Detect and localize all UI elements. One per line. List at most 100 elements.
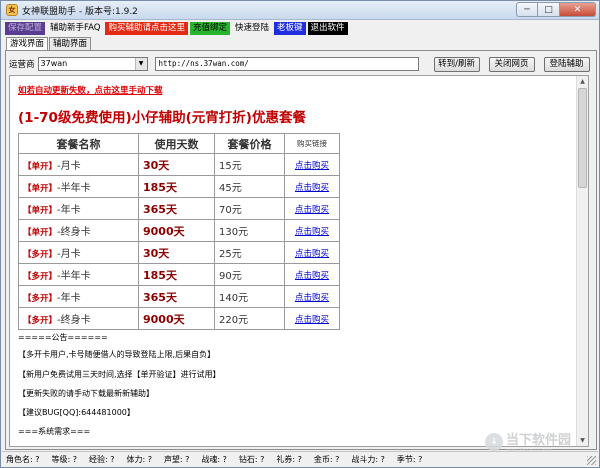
status-level: 等级: ?: [51, 455, 77, 464]
operator-select[interactable]: 37wan ▼: [37, 57, 148, 71]
package-name-cell: 【多开】-年卡: [18, 285, 139, 308]
package-name: -半年卡: [57, 271, 91, 282]
announcement-line: 【建议BUG[QQ]:644481000】: [18, 408, 135, 417]
package-price: 15元: [214, 153, 285, 176]
table-row: 【单开】-月卡 30天 15元 点击购买: [18, 153, 340, 176]
menu-bar: 保存配置 辅助新手FAQ 购买辅助请点击这里 充值绑定 快速登陆 老板键 退出软…: [2, 21, 598, 35]
url-input[interactable]: http://ns.37wan.com/: [154, 57, 419, 71]
close-button[interactable]: ✕: [560, 2, 596, 17]
menu-faq[interactable]: 辅助新手FAQ: [47, 22, 103, 35]
status-bar: 角色名: ? 等级: ? 经验: ? 体力: ? 声望: ? 战魂: ? 钻石:…: [2, 451, 598, 467]
buy-link[interactable]: 点击购买: [284, 241, 340, 264]
package-price: 90元: [214, 263, 285, 286]
table-row: 【单开】-半年卡 185天 45元 点击购买: [18, 175, 340, 198]
table-row: 【单开】-终身卡 9000天 130元 点击购买: [18, 219, 340, 242]
window-title: 女神联盟助手 - 版本号:1.9.2: [22, 6, 138, 17]
buy-link[interactable]: 点击购买: [284, 153, 340, 176]
manual-download-link[interactable]: 如若自动更新失败，点击这里手动下载: [18, 84, 163, 96]
operator-value: 37wan: [40, 59, 68, 68]
tab-strip: 游戏界面 辅助界面: [6, 37, 92, 51]
table-row: 【多开】-半年卡 185天 90元 点击购买: [18, 263, 340, 286]
package-tag: 【多开】: [23, 294, 58, 304]
buy-link[interactable]: 点击购买: [284, 175, 340, 198]
login-assist-button[interactable]: 登陆辅助: [543, 56, 590, 72]
package-days: 30天: [138, 241, 215, 264]
package-price: 130元: [214, 219, 285, 242]
status-power: 战斗力: ?: [351, 455, 385, 464]
system-requirements-title: ===系统需求===: [18, 427, 91, 436]
tab-game[interactable]: 游戏界面: [6, 37, 49, 51]
status-role-name: 角色名: ?: [6, 455, 40, 464]
menu-exit[interactable]: 退出软件: [307, 21, 348, 35]
col-header-link: 购买链接: [284, 133, 340, 154]
table-row: 【多开】-年卡 365天 140元 点击购买: [18, 285, 340, 308]
app-icon: 女: [6, 4, 18, 16]
resize-grip-icon[interactable]: [587, 456, 596, 465]
package-name: -半年卡: [57, 183, 91, 194]
package-name: -月卡: [57, 161, 81, 172]
scroll-up-icon[interactable]: ▲: [577, 76, 588, 87]
title-bar[interactable]: 女 女神联盟助手 - 版本号:1.9.2 ─ □ ✕: [1, 1, 599, 20]
table-row: 【单开】-年卡 365天 70元 点击购买: [18, 197, 340, 220]
status-exp: 经验: ?: [88, 455, 115, 464]
buy-link[interactable]: 点击购买: [284, 285, 340, 308]
package-tag: 【单开】: [23, 162, 58, 172]
package-tag: 【多开】: [23, 250, 58, 260]
announcement-line: 【更新失败的请手动下载最新新辅助】: [18, 389, 154, 398]
package-name-cell: 【多开】-月卡: [18, 241, 139, 264]
close-page-button[interactable]: 关闭网页: [488, 56, 535, 72]
table-header-row: 套餐名称 使用天数 套餐价格 购买链接: [18, 133, 340, 154]
package-tag: 【多开】: [23, 316, 58, 326]
buy-link[interactable]: 点击购买: [284, 307, 340, 330]
package-days: 185天: [138, 175, 215, 198]
status-reputation: 声望: ?: [163, 455, 190, 464]
package-days: 365天: [138, 197, 215, 220]
package-name-cell: 【单开】-半年卡: [18, 175, 139, 198]
package-name-cell: 【多开】-半年卡: [18, 263, 139, 286]
scroll-thumb[interactable]: [578, 88, 587, 188]
chevron-down-icon[interactable]: ▼: [134, 58, 147, 70]
tab-assist[interactable]: 辅助界面: [49, 37, 92, 50]
vertical-scrollbar[interactable]: ▲ ▼: [576, 76, 588, 446]
package-table: 套餐名称 使用天数 套餐价格 购买链接 【单开】-月卡 30天 15元 点击购买…: [18, 133, 340, 330]
status-stamina: 体力: ?: [126, 455, 152, 464]
buy-link[interactable]: 点击购买: [284, 197, 340, 220]
package-name: -终身卡: [57, 315, 91, 326]
menu-buy[interactable]: 购买辅助请点击这里: [105, 21, 188, 35]
package-name: -年卡: [57, 205, 81, 216]
package-name: -月卡: [57, 249, 81, 260]
go-refresh-button[interactable]: 转到/刷新: [433, 56, 480, 72]
package-price: 45元: [214, 175, 285, 198]
download-arrow-icon: ↓: [485, 432, 503, 451]
buy-link[interactable]: 点击购买: [284, 263, 340, 286]
package-days: 185天: [138, 263, 215, 286]
package-name-cell: 【单开】-年卡: [18, 197, 139, 220]
package-days: 9000天: [138, 307, 215, 330]
package-days: 365天: [138, 285, 215, 308]
maximize-button[interactable]: □: [538, 2, 560, 17]
menu-recharge[interactable]: 充值绑定: [190, 21, 231, 35]
status-war-soul: 战魂: ?: [201, 455, 227, 464]
watermark-text: 当下软件园: [506, 433, 572, 448]
package-price: 140元: [214, 285, 285, 308]
page-heading: (1-70级免费使用)小仔辅助(元宵打折)优惠套餐: [18, 110, 306, 126]
web-view[interactable]: 如若自动更新失败，点击这里手动下载 (1-70级免费使用)小仔辅助(元宵打折)优…: [9, 75, 589, 447]
menu-quick-login[interactable]: 快速登陆: [232, 22, 272, 35]
scroll-down-icon[interactable]: ▼: [577, 435, 588, 446]
app-window: 女 女神联盟助手 - 版本号:1.9.2 ─ □ ✕ 保存配置 辅助新手FAQ …: [0, 0, 600, 468]
status-season: 季节: ?: [396, 455, 423, 464]
buy-link[interactable]: 点击购买: [284, 219, 340, 242]
status-gold: 金币: ?: [313, 455, 340, 464]
menu-save-config[interactable]: 保存配置: [5, 21, 46, 35]
menu-boss-key[interactable]: 老板键: [274, 21, 306, 35]
package-tag: 【单开】: [23, 184, 58, 194]
package-days: 30天: [138, 153, 215, 176]
package-name-cell: 【多开】-终身卡: [18, 307, 139, 330]
package-price: 25元: [214, 241, 285, 264]
browser-toolbar: 运营商 37wan ▼ http://ns.37wan.com/ 转到/刷新 关…: [9, 56, 593, 72]
package-days: 9000天: [138, 219, 215, 242]
minimize-button[interactable]: ─: [516, 2, 538, 17]
announcement-line: 【新用户免费试用三天时间,选择【单开验证】进行试用】: [18, 370, 221, 379]
package-name-cell: 【单开】-月卡: [18, 153, 139, 176]
package-tag: 【单开】: [23, 206, 58, 216]
